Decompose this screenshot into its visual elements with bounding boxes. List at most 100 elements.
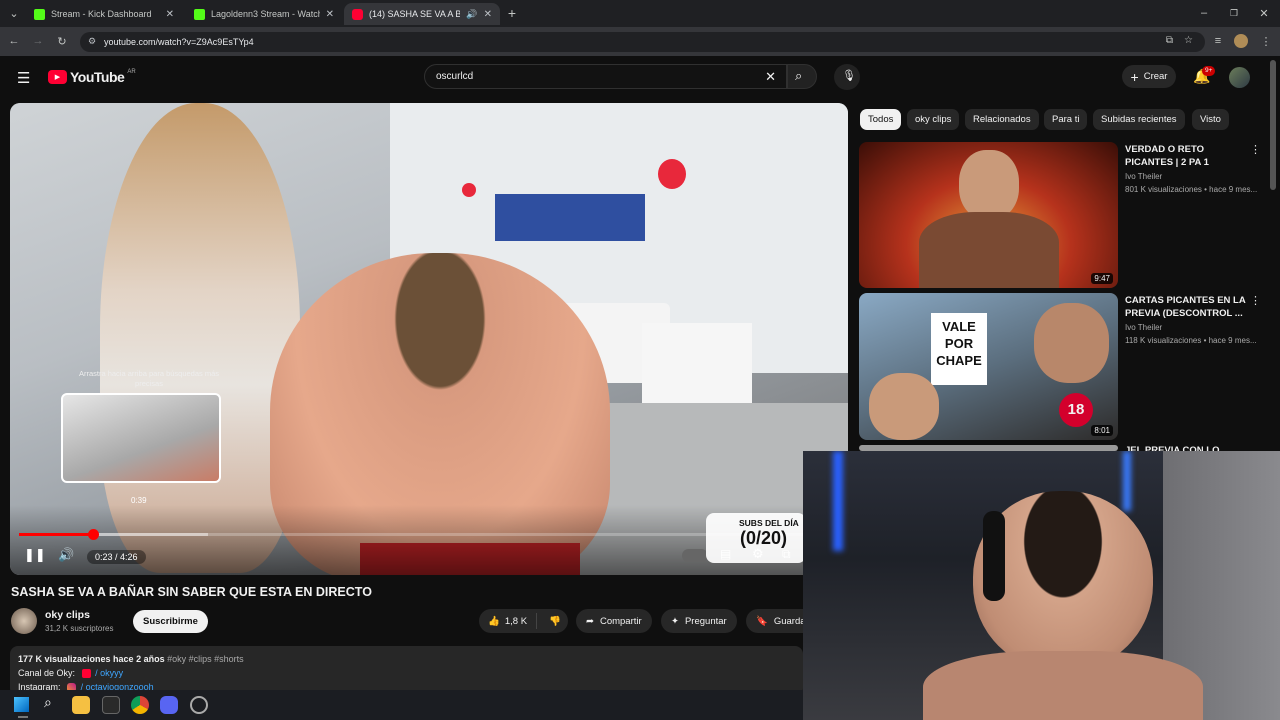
notification-badge: 9+ <box>1202 66 1216 76</box>
create-button[interactable]: + Crear <box>1122 65 1176 88</box>
audio-playing-icon[interactable]: 🔊 <box>466 9 477 20</box>
thumbs-down-icon: 👎 <box>549 615 561 627</box>
back-icon[interactable]: ← <box>6 33 22 49</box>
discord-icon[interactable] <box>160 696 178 714</box>
media-controls-icon[interactable]: ≡ <box>1210 33 1226 49</box>
hamburger-menu-icon[interactable]: ☰ <box>17 69 30 87</box>
description-line-2: Canal de Oky: / okyyy <box>18 666 795 680</box>
chip-todos[interactable]: Todos <box>860 109 902 130</box>
headboard-panel <box>495 194 645 241</box>
description-box[interactable]: 177 K visualizaciones hace 2 años #oky #… <box>10 646 803 696</box>
recommendation-thumbnail[interactable]: 9:47 <box>859 142 1118 288</box>
channel-name[interactable]: oky clips <box>45 609 90 621</box>
autoplay-toggle[interactable] <box>682 549 708 562</box>
description-line-1: 177 K visualizaciones hace 2 años #oky #… <box>18 652 795 666</box>
video-title: SASHA SE VA A BAÑAR SIN SABER QUE ESTA E… <box>11 585 372 599</box>
progress-played <box>19 533 93 536</box>
share-button[interactable]: ➦ Compartir <box>576 609 652 633</box>
address-bar[interactable]: ⚙ youtube.com/watch?v=Z9Ac9EsTYp4 ⧉ ☆ <box>80 32 1205 52</box>
recommendation-channel[interactable]: Ivo Theiler <box>1125 323 1162 332</box>
video-duration: 9:47 <box>1091 273 1113 284</box>
forward-icon[interactable]: → <box>30 33 46 49</box>
save-button[interactable]: 🔖 Guarda <box>746 609 803 633</box>
pause-icon[interactable]: ❚❚ <box>24 547 46 563</box>
voice-search-button[interactable]: 🎙 <box>834 64 860 90</box>
epic-games-icon[interactable] <box>102 696 120 714</box>
subscribe-button[interactable]: Suscribirme <box>133 610 208 633</box>
chip-para-ti[interactable]: Para ti <box>1044 109 1088 130</box>
tab-strip: ⌄ Stream - Kick Dashboard ✕ Lagoldenn3 S… <box>0 0 1280 27</box>
kick-icon <box>34 8 45 20</box>
webcam-overlay <box>803 451 1280 720</box>
taskbar-search-icon[interactable]: ⌕ <box>44 694 52 711</box>
more-options-icon[interactable]: ⋮ <box>1250 143 1261 156</box>
recommendation-title[interactable]: JEL PREVIA CON LO S... <box>1125 444 1225 451</box>
volume-icon[interactable]: 🔊 <box>58 547 74 563</box>
chrome-menu-icon[interactable]: ⋮ <box>1258 33 1274 49</box>
chrome-taskbar-icon[interactable] <box>131 696 149 714</box>
window-close-icon[interactable]: ✕ <box>1256 5 1272 21</box>
profile-avatar[interactable] <box>1234 34 1248 48</box>
bookmark-icon: 🔖 <box>756 615 768 627</box>
new-tab-icon[interactable]: + <box>504 5 520 21</box>
search-button[interactable]: ⌕ <box>787 64 817 89</box>
install-app-icon[interactable]: ⧉ <box>1166 35 1173 46</box>
channel-avatar[interactable] <box>11 608 37 634</box>
clear-search-icon[interactable]: ✕ <box>765 69 776 85</box>
close-tab-icon[interactable]: ✕ <box>166 9 174 20</box>
browser-tab-youtube[interactable]: (14) SASHA SE VA A BAÑAR 🔊 ✕ <box>344 3 500 25</box>
tab-search-icon[interactable]: ⌄ <box>6 5 22 21</box>
youtube-link-icon <box>81 669 91 679</box>
scrubber-handle[interactable] <box>87 529 99 540</box>
share-arrow-icon: ➦ <box>586 615 594 627</box>
close-tab-icon[interactable]: ✕ <box>484 9 492 20</box>
youtube-logo[interactable]: ▶ YouTube AR <box>48 69 136 85</box>
microphone-icon: 🎙 <box>842 70 856 82</box>
preview-time: 0:39 <box>131 496 147 505</box>
file-explorer-icon[interactable] <box>72 696 90 714</box>
recommendation-title[interactable]: CARTAS PICANTES EN LA PREVIA (DESCONTROL… <box>1125 294 1247 320</box>
hashtags[interactable]: #oky #clips #shorts <box>167 654 244 664</box>
headphone-icon <box>983 511 1005 601</box>
tab-title: (14) SASHA SE VA A BAÑAR <box>369 9 461 19</box>
thumbs-up-icon: 👍 <box>488 615 500 627</box>
create-label: Crear <box>1143 71 1168 82</box>
youtube-favicon-icon <box>352 8 363 20</box>
chip-subidas-recientes[interactable]: Subidas recientes <box>1093 109 1185 130</box>
video-player[interactable]: Arrastra hacia arriba para búsquedas más… <box>10 103 848 575</box>
subs-overlay: SUBS DEL DÍA (0/20) <box>706 513 806 563</box>
maximize-icon[interactable]: ❐ <box>1226 5 1242 21</box>
channel-link-label: Canal de Oky: <box>18 668 76 678</box>
sparkle-icon: ✦ <box>671 615 679 627</box>
tab-title: Lagoldenn3 Stream - Watch Live <box>211 9 320 19</box>
recommendation-title[interactable]: VERDAD O RETO PICANTES | 2 PA 1 <box>1125 143 1247 169</box>
bookmark-star-icon[interactable]: ☆ <box>1184 35 1193 46</box>
ask-button[interactable]: ✦ Preguntar <box>661 609 737 633</box>
browser-tab-kick-stream[interactable]: Lagoldenn3 Stream - Watch Live ✕ <box>186 3 342 25</box>
close-tab-icon[interactable]: ✕ <box>326 9 334 20</box>
chip-visto[interactable]: Visto <box>1192 109 1229 130</box>
woman-figure <box>100 103 300 573</box>
views-and-date: 177 K visualizaciones hace 2 años <box>18 654 165 664</box>
recommendation-channel[interactable]: Ivo Theiler <box>1125 172 1162 181</box>
recommendation-thumbnail[interactable]: VALE POR CHAPE 18 8:01 <box>859 293 1118 440</box>
more-options-icon[interactable]: ⋮ <box>1250 294 1261 307</box>
windows-start-icon[interactable] <box>14 697 29 712</box>
account-avatar[interactable] <box>1229 67 1250 88</box>
obs-icon[interactable] <box>190 696 208 714</box>
thumbnail-card-text: VALE POR CHAPE <box>931 313 987 385</box>
minimize-icon[interactable]: – <box>1196 5 1212 21</box>
like-dislike-group: 👍 1,8 K 👎 <box>479 609 568 633</box>
drag-hint-text: Arrastra hacia arriba para búsquedas más… <box>78 369 220 388</box>
page-scrollbar[interactable] <box>1270 60 1276 190</box>
like-button[interactable]: 👍 1,8 K <box>479 613 538 629</box>
browser-tab-kick-dashboard[interactable]: Stream - Kick Dashboard ✕ <box>26 3 182 25</box>
chip-relacionados[interactable]: Relacionados <box>965 109 1039 130</box>
channel-link[interactable]: / okyyy <box>95 668 123 678</box>
search-input[interactable]: oscurlcd ✕ <box>424 64 787 89</box>
dislike-button[interactable]: 👎 <box>543 616 561 627</box>
video-duration: 8:01 <box>1091 425 1113 436</box>
chip-oky-clips[interactable]: oky clips <box>907 109 960 130</box>
site-info-icon[interactable]: ⚙ <box>88 36 96 47</box>
reload-icon[interactable]: ↻ <box>54 33 70 49</box>
